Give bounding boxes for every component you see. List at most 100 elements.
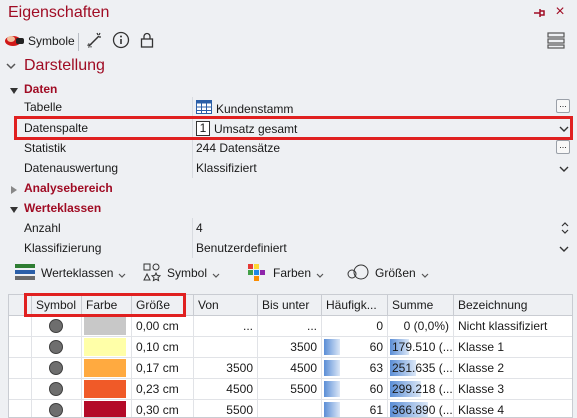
from-cell[interactable]: 3500	[194, 358, 258, 379]
frequency-cell: 60	[322, 379, 388, 400]
color-cell[interactable]	[82, 337, 132, 358]
label-cell[interactable]: Klasse 1	[454, 337, 572, 358]
category-analysis[interactable]: Analysebereich	[8, 178, 573, 198]
size-cell[interactable]: 0,10 cm	[132, 337, 194, 358]
frequency-value: 0	[376, 319, 383, 333]
table-row[interactable]: 0,30 cm 5500 61 366.890 (... Klasse 4	[9, 400, 572, 417]
column-header-frequency[interactable]: Häufigk...	[322, 295, 388, 316]
from-cell[interactable]: 5500	[194, 400, 258, 417]
close-button[interactable]: ×	[551, 3, 569, 21]
label-cell[interactable]: Klasse 2	[454, 358, 572, 379]
chevron-down-icon[interactable]	[559, 243, 569, 253]
property-row-data-column[interactable]: Datenspalte 1 Umsatz gesamt	[8, 118, 573, 138]
size-cell[interactable]: 0,30 cm	[132, 400, 194, 417]
column-header-from[interactable]: Von	[194, 295, 258, 316]
column-header-to[interactable]: Bis unter	[258, 295, 322, 316]
to-cell[interactable]: ...	[258, 316, 322, 337]
chevron-down-icon[interactable]	[559, 123, 569, 133]
lock-icon	[138, 31, 156, 52]
table-value: Kundenstamm	[216, 101, 294, 116]
layout-toggle-button[interactable]	[546, 30, 568, 52]
statistics-browse-button[interactable]: ...	[556, 140, 570, 154]
property-row-classification[interactable]: Klassifizierung Benutzerdefiniert	[8, 238, 573, 258]
to-cell[interactable]: 3500	[258, 337, 322, 358]
row-header	[9, 358, 32, 379]
sizes-button[interactable]: Größen	[342, 260, 433, 286]
property-label: Datenauswertung	[24, 161, 119, 175]
toolbar: Symbole	[0, 28, 577, 54]
panel-title: Eigenschaften	[8, 4, 110, 21]
info-button[interactable]	[112, 30, 132, 52]
property-label: Tabelle	[24, 100, 63, 114]
to-cell[interactable]	[258, 400, 322, 417]
column-divider	[192, 138, 193, 158]
table-row[interactable]: 0,10 cm 3500 60 179.510 (... Klasse 1	[9, 337, 572, 358]
color-cell[interactable]	[82, 400, 132, 417]
property-row-evaluation[interactable]: Datenauswertung Klassifiziert	[8, 158, 573, 178]
label-cell[interactable]: Klasse 4	[454, 400, 572, 417]
row-header	[9, 337, 32, 358]
symbols-button[interactable]: Symbole	[4, 30, 75, 52]
property-row-statistics[interactable]: Statistik 244 Datensätze ...	[8, 138, 573, 158]
sum-value: 251.635 (...	[392, 361, 453, 375]
property-row-table[interactable]: Tabelle Kundenstamm ...	[8, 97, 573, 117]
column-header-sum[interactable]: Summe	[388, 295, 454, 316]
count-spinner[interactable]	[560, 220, 570, 236]
frequency-bar	[324, 381, 340, 397]
chevron-down-icon	[212, 269, 220, 278]
symbol-cell[interactable]	[32, 337, 82, 358]
symbol-cell[interactable]	[32, 316, 82, 337]
table-browse-button[interactable]: ...	[556, 99, 570, 113]
property-label: Anzahl	[24, 221, 61, 235]
property-row-count[interactable]: Anzahl 4	[8, 218, 573, 238]
symbol-cell[interactable]	[32, 379, 82, 400]
table-row[interactable]: 0,23 cm 4500 5500 60 299.218 (... Klasse 3	[9, 379, 572, 400]
sum-cell: 299.218 (...	[388, 379, 454, 400]
to-cell[interactable]: 4500	[258, 358, 322, 379]
column-divider	[192, 118, 193, 138]
column-header-label[interactable]: Bezeichnung	[454, 295, 572, 316]
symbol-cell[interactable]	[32, 358, 82, 379]
category-data[interactable]: Daten	[8, 79, 573, 99]
edit-tool-button[interactable]	[86, 30, 106, 52]
size-cell[interactable]: 0,17 cm	[132, 358, 194, 379]
sum-cell: 251.635 (...	[388, 358, 454, 379]
column-header-color[interactable]: Farbe	[82, 295, 132, 316]
pin-icon[interactable]	[532, 6, 546, 20]
from-cell[interactable]	[194, 337, 258, 358]
class-toolbar: Werteklassen Symbol Farben Größen	[8, 258, 573, 288]
value-classes-button[interactable]: Werteklassen	[10, 260, 130, 286]
count-value[interactable]: 4	[196, 221, 203, 235]
section-darstellung[interactable]: Darstellung	[0, 55, 577, 79]
frequency-value: 61	[369, 403, 383, 417]
column-header-size[interactable]: Größe	[132, 295, 194, 316]
table-row[interactable]: 0,17 cm 3500 4500 63 251.635 (... Klasse 2	[9, 358, 572, 379]
frequency-value: 60	[369, 340, 383, 354]
chevron-down-icon[interactable]	[559, 163, 569, 173]
frequency-bar	[324, 360, 340, 376]
column-header-symbol[interactable]: Symbol	[32, 295, 82, 316]
symbol-button[interactable]: Symbol	[138, 260, 224, 286]
section-title: Darstellung	[24, 57, 105, 74]
size-cell[interactable]: 0,00 cm	[132, 316, 194, 337]
lock-button[interactable]	[138, 30, 158, 52]
category-value-classes[interactable]: Werteklassen	[8, 198, 573, 218]
info-icon	[112, 31, 130, 52]
from-cell[interactable]: 4500	[194, 379, 258, 400]
frequency-value: 63	[369, 361, 383, 375]
color-cell[interactable]	[82, 379, 132, 400]
colors-button[interactable]: Farben	[242, 260, 328, 286]
table-row[interactable]: 0,00 cm...... 0 0 (0,0%) Nicht klassifizier…	[9, 316, 572, 337]
to-cell[interactable]: 5500	[258, 379, 322, 400]
size-cell[interactable]: 0,23 cm	[132, 379, 194, 400]
symbol-cell[interactable]	[32, 400, 82, 417]
from-cell[interactable]: ...	[194, 316, 258, 337]
color-cell[interactable]	[82, 316, 132, 337]
color-cell[interactable]	[82, 358, 132, 379]
frequency-cell: 61	[322, 400, 388, 417]
triangle-right-icon	[10, 183, 18, 197]
row-header	[9, 316, 32, 337]
label-cell[interactable]: Nicht klassifiziert	[454, 316, 572, 337]
chevron-down-icon	[421, 269, 429, 278]
label-cell[interactable]: Klasse 3	[454, 379, 572, 400]
